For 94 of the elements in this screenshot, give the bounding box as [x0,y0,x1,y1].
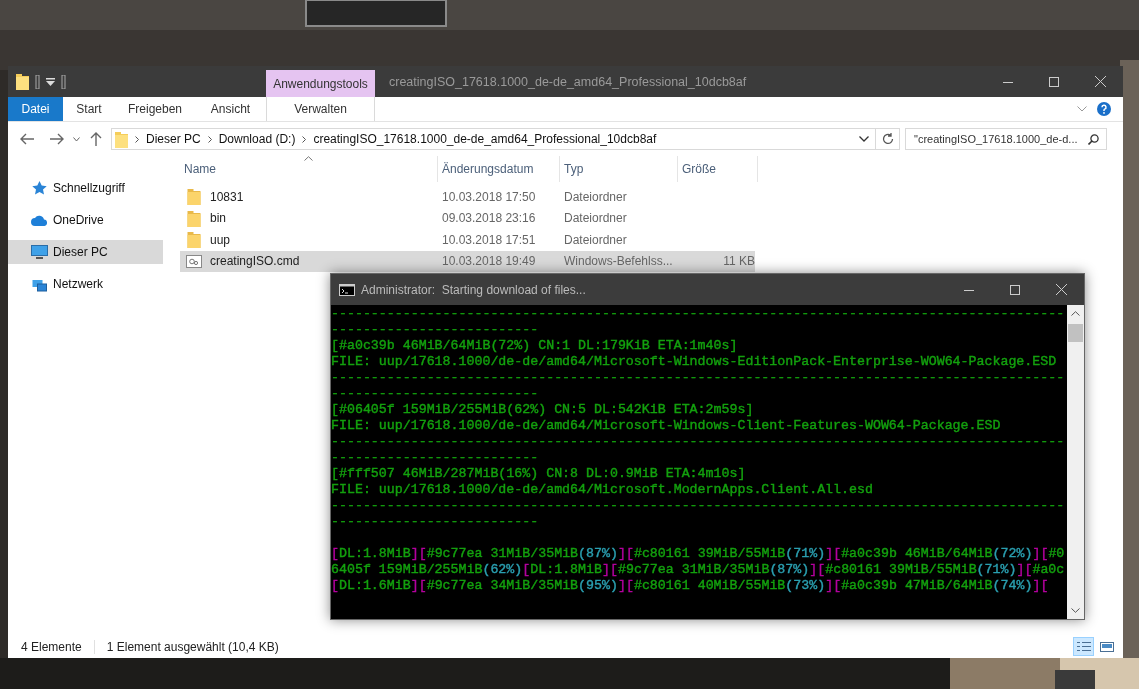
sidebar-item[interactable]: Netzwerk [8,272,163,296]
column-header[interactable]: Name [180,156,438,182]
folder-icon [115,130,128,148]
console-line: -------------------------- [331,514,540,530]
console-line: -------------------------------------------------------------------------------------------- [331,434,1066,450]
console-line: -------------------------- [331,386,540,402]
cloud-icon [31,214,48,226]
console-line: [DL:1.8MiB][#9c77ea 31MiB/35MiB(87%)][#c80161 39MiB/55MiB(71%)][#a0c39b 46MiB/64MiB(72%)][#0 [331,546,1066,562]
modified-date: 10.03.2018 17:51 [442,232,536,247]
address-bar[interactable]: Dieser PC Download (D:) creatingISO_17618.1000_de-de_amd64_Professional_10dcb8af [111,128,876,150]
file-row[interactable]: bin 09.03.2018 23:16 Dateiordner [180,207,755,229]
file-name: bin [210,211,226,226]
console-line: [DL:1.6MiB][#9c77ea 34MiB/35MiB(95%)][#c80161 40MiB/55MiB(73%)][#a0c39b 47MiB/64MiB(74%)][ [331,578,1050,594]
status-text: 4 Elemente [21,639,95,654]
column-label: Name [184,162,216,176]
console-line: FILE: uup/17618.1000/de-de/amd64/Microsoft-Windows-Client-Features-WOW64-Package.ESD [331,418,1002,434]
status-text: 1 Element ausgewählt (10,4 KB) [106,639,280,654]
sidebar-item[interactable]: OneDrive [8,208,163,232]
ribbon-tab[interactable]: Freigeben [115,97,195,121]
console-line: [#a0c39b 46MiB/64MiB(72%) CN:1 DL:179KiB ETA:1m40s] [331,338,739,354]
search-field[interactable]: "creatingISO_17618.1000_de-d... [905,128,1107,150]
close-icon [1094,76,1106,87]
console-line: -------------------------------------------------------------------------------------------- [331,370,1066,386]
file-row[interactable]: uup 10.03.2018 17:51 Dateiordner [180,229,755,251]
scroll-thumb[interactable] [1068,324,1083,342]
star-icon [31,181,48,195]
details-view-icon [1076,640,1091,653]
file-name: uup [210,232,231,247]
folder-icon [186,209,202,227]
maximize-icon [1010,284,1020,295]
ribbon-tab[interactable]: Verwalten [266,97,375,121]
breadcrumb[interactable]: creatingISO_17618.1000_de-de_amd64_Professional_10dcb8af [313,132,657,146]
folder-icon [186,231,202,249]
column-label: Größe [682,162,716,176]
console-line: 6405f 159MiB/255MiB(62%)[DL:1.8MiB][#9c77ea 31MiB/35MiB(87%)][#c80161 39MiB/55MiB(71%)][#a0c [331,562,1066,578]
folder-icon [186,188,202,206]
maximize-icon [1049,76,1059,87]
sidebar-item[interactable]: Dieser PC [8,240,163,264]
file-row[interactable]: 10831 10.03.2018 17:50 Dateiordner [180,186,755,208]
sidebar-item[interactable]: Schnellzugriff [8,176,163,200]
dropdown-icon[interactable] [859,136,869,142]
modified-date: 10.03.2018 17:50 [442,189,536,204]
file-type: Windows-Befehlss... [564,254,673,269]
back-icon[interactable] [20,133,34,145]
modified-date: 10.03.2018 19:49 [442,254,536,269]
dropdown-icon[interactable] [46,77,55,86]
console-line: -------------------------- [331,322,540,338]
ribbon-tab[interactable]: Datei [8,97,63,121]
console-line: [#06405f 159MiB/255MiB(62%) CN:5 DL:542KiB ETA:2m59s] [331,402,755,418]
console-line: FILE: uup/17618.1000/de-de/amd64/Microsoft.ModernApps.Client.All.esd [331,482,874,498]
console-line: -------------------------------------------------------------------------------------------- [331,306,1066,322]
file-type: Dateiordner [564,232,627,247]
console-line: -------------------------------------------------------------------------------------------- [331,498,1066,514]
file-type: Dateiordner [564,211,627,226]
column-header[interactable]: Typ [560,156,678,182]
forward-icon[interactable] [50,133,64,145]
help-icon[interactable] [1097,102,1111,116]
column-label: Typ [564,162,584,176]
console-line: -------------------------- [331,450,540,466]
column-header[interactable]: Änderungsdatum [438,156,560,182]
window-title: creatingISO_17618.1000_de-de_amd64_Professional_10dcb8af [389,74,747,89]
monitor-icon [31,245,48,259]
breadcrumb[interactable]: Dieser PC [146,132,201,146]
scrollbar[interactable] [1067,305,1084,619]
breadcrumb[interactable]: Download (D:) [218,132,296,146]
column-label: Änderungsdatum [442,162,534,176]
chevron-icon[interactable] [1077,106,1087,112]
refresh-button[interactable] [876,128,900,150]
file-size: 11 KB [723,254,755,269]
ribbon-tab[interactable]: Start [63,97,115,121]
console-line: [#fff507 46MiB/287MiB(16%) CN:8 DL:0.9MiB ETA:4m10s] [331,466,747,482]
refresh-icon [881,133,894,145]
command-prompt-icon [339,283,355,296]
history-chevron-icon[interactable] [73,136,80,142]
preview-view-icon [1099,640,1114,653]
search-icon [1088,133,1099,145]
modified-date: 09.03.2018 23:16 [442,211,536,226]
file-name: creatingISO.cmd [210,254,300,269]
ribbon-tab[interactable]: Ansicht [195,97,266,121]
up-icon[interactable] [90,132,102,146]
file-name: 10831 [210,189,244,204]
column-header[interactable]: Größe [678,156,758,182]
script-file-icon [186,254,202,268]
scroll-up-icon[interactable] [1071,311,1080,316]
file-row[interactable]: creatingISO.cmd 10.03.2018 19:49 Windows-Befehlss... 11 KB [180,250,755,272]
console-line: FILE: uup/17618.1000/de-de/amd64/Microsoft-Windows-EditionPack-Enterprise-WOW64-Package.ESD [331,354,1058,370]
separator-icon [61,74,66,89]
view-button[interactable] [1073,637,1094,656]
folder-icon [16,73,29,90]
window-title: Administrator: Starting download of files... [361,282,586,297]
file-type: Dateiordner [564,189,627,204]
scroll-down-icon[interactable] [1071,608,1080,613]
context-tab-group: Anwendungstools [266,70,375,97]
close-icon [1055,284,1067,295]
